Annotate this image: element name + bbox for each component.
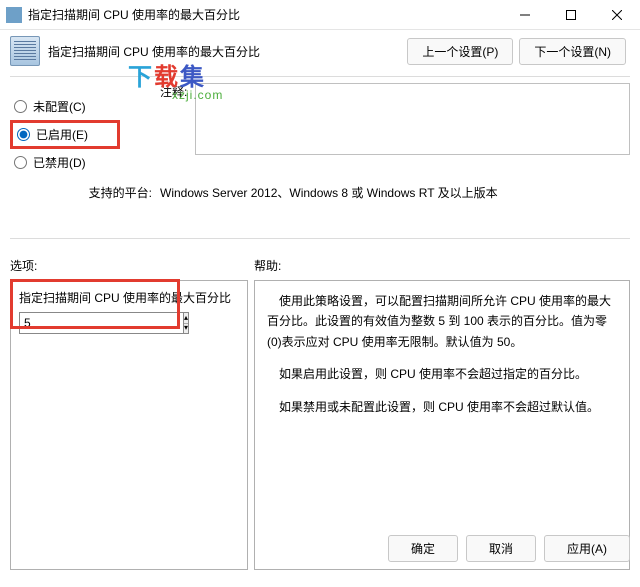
window-title: 指定扫描期间 CPU 使用率的最大百分比: [28, 6, 502, 23]
radio-enabled[interactable]: 已启用(E): [10, 120, 120, 149]
help-header: 帮助:: [254, 257, 630, 274]
cpu-percent-input[interactable]: [19, 312, 183, 334]
radio-disabled-input[interactable]: [14, 156, 27, 169]
spin-down-button[interactable]: ▾: [184, 324, 188, 334]
app-icon: [6, 7, 22, 23]
comment-textbox[interactable]: [195, 83, 630, 155]
options-panel: 指定扫描期间 CPU 使用率的最大百分比 ▴ ▾: [10, 280, 248, 570]
help-paragraph: 如果启用此设置，则 CPU 使用率不会超过指定的百分比。: [267, 364, 617, 384]
policy-icon: [10, 36, 40, 66]
radio-not-configured[interactable]: 未配置(C): [10, 95, 160, 118]
title-bar: 指定扫描期间 CPU 使用率的最大百分比: [0, 0, 640, 30]
platform-label: 支持的平台:: [10, 184, 160, 220]
radio-disabled-label: 已禁用(D): [33, 154, 86, 171]
radio-enabled-label: 已启用(E): [36, 126, 88, 143]
close-button[interactable]: [594, 0, 640, 29]
radio-disabled[interactable]: 已禁用(D): [10, 151, 160, 174]
radio-not-configured-input[interactable]: [14, 100, 27, 113]
prev-setting-button[interactable]: 上一个设置(P): [407, 38, 513, 65]
maximize-button[interactable]: [548, 0, 594, 29]
radio-not-configured-label: 未配置(C): [33, 98, 86, 115]
apply-button[interactable]: 应用(A): [544, 535, 630, 562]
platform-value: Windows Server 2012、Windows 8 或 Windows …: [160, 184, 630, 220]
next-setting-button[interactable]: 下一个设置(N): [519, 38, 626, 65]
policy-title: 指定扫描期间 CPU 使用率的最大百分比: [48, 43, 399, 60]
spin-up-button[interactable]: ▴: [184, 313, 188, 324]
comment-label: 注释:: [160, 83, 195, 176]
option-field-label: 指定扫描期间 CPU 使用率的最大百分比: [19, 289, 239, 306]
help-panel[interactable]: 使用此策略设置，可以配置扫描期间所允许 CPU 使用率的最大百分比。此设置的有效…: [254, 280, 630, 570]
divider: [10, 76, 630, 77]
help-paragraph: 如果禁用或未配置此设置，则 CPU 使用率不会超过默认值。: [267, 397, 617, 417]
cancel-button[interactable]: 取消: [466, 535, 536, 562]
ok-button[interactable]: 确定: [388, 535, 458, 562]
help-paragraph: 使用此策略设置，可以配置扫描期间所允许 CPU 使用率的最大百分比。此设置的有效…: [267, 291, 617, 352]
minimize-button[interactable]: [502, 0, 548, 29]
divider-2: [10, 238, 630, 239]
radio-enabled-input[interactable]: [17, 128, 30, 141]
options-header: 选项:: [10, 257, 248, 274]
